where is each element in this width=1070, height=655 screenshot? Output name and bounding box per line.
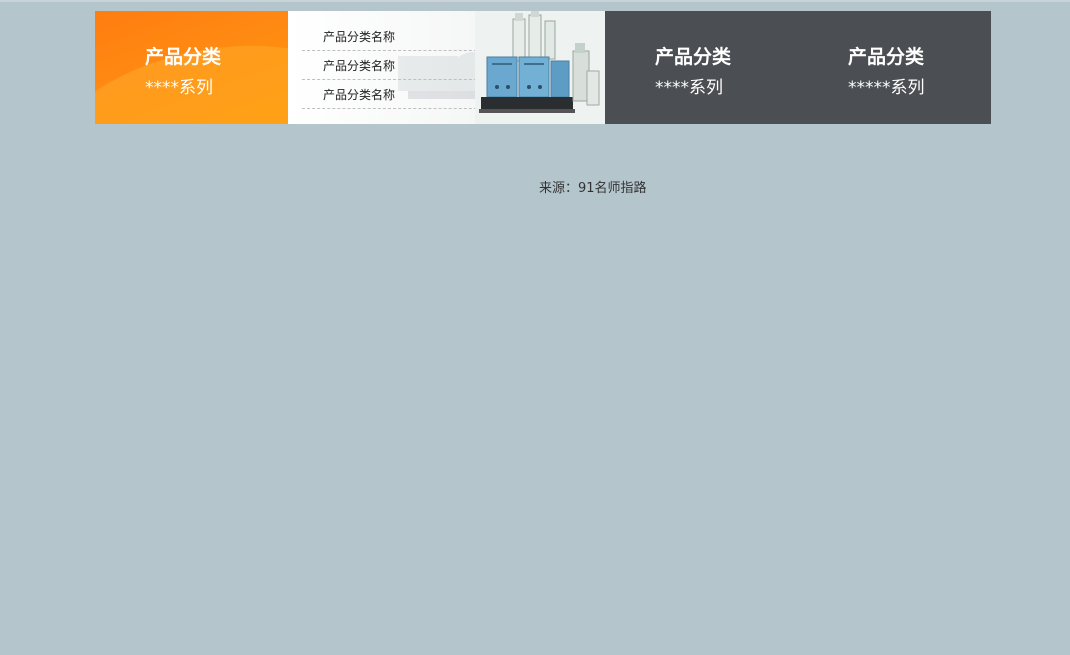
category-subtitle: *****系列 <box>848 78 925 98</box>
category-list-item[interactable]: 产品分类名称 <box>302 52 482 80</box>
category-list-item[interactable]: 产品分类名称 <box>302 81 482 109</box>
category-list-item[interactable]: 产品分类名称 <box>302 23 482 51</box>
extruder-machine-image <box>475 11 605 124</box>
category-tile-orange[interactable]: 产品分类 ****系列 <box>95 11 288 124</box>
category-title: 产品分类 <box>655 46 732 68</box>
category-subtitle: ****系列 <box>655 78 723 98</box>
source-credit: 来源：91名师指路 <box>539 181 647 196</box>
category-title: 产品分类 <box>848 46 925 68</box>
top-border-line <box>0 0 1070 2</box>
category-tile-dark-1[interactable]: 产品分类 ****系列 <box>605 11 798 124</box>
category-subtitle: ****系列 <box>145 78 213 98</box>
category-title: 产品分类 <box>145 46 222 68</box>
category-list-panel: 产品分类名称 产品分类名称 产品分类名称 <box>288 11 605 124</box>
category-tile-dark-2[interactable]: 产品分类 *****系列 <box>798 11 991 124</box>
product-category-banner: 产品分类 ****系列 产品分类名称 产品分类名称 产品分类名称 产品分类 **… <box>95 11 991 124</box>
